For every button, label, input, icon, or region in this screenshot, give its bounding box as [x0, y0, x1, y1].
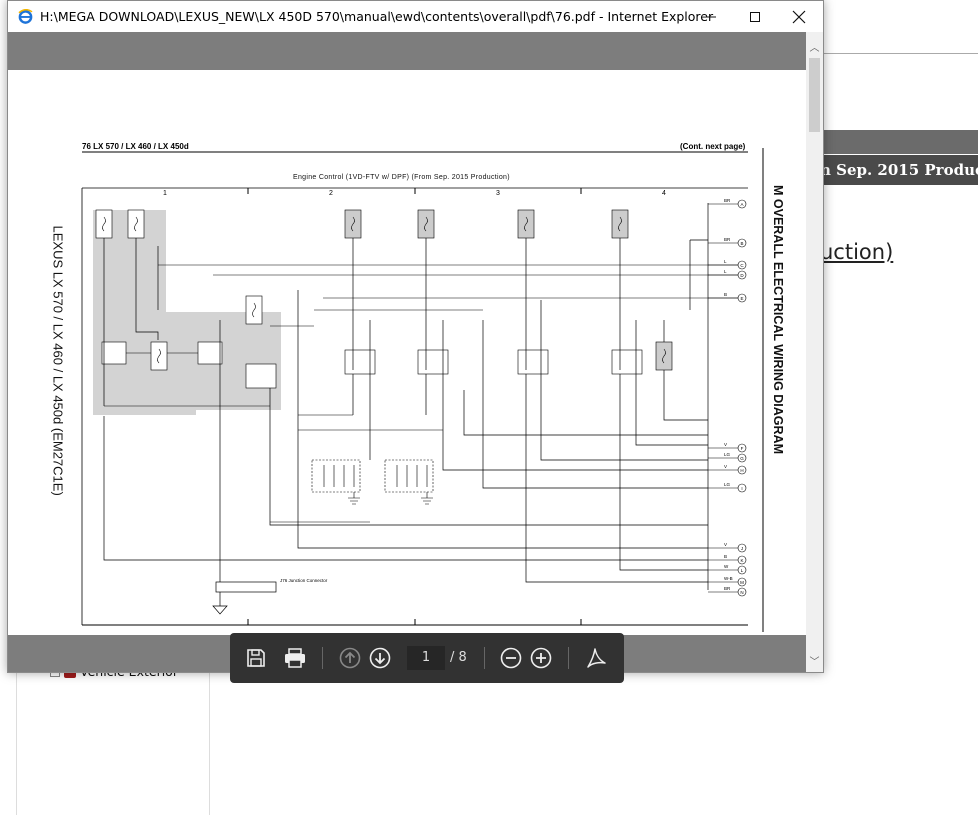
zoom-in-icon — [530, 647, 552, 669]
print-button[interactable] — [276, 633, 314, 683]
wire-color-label: V — [724, 464, 727, 469]
connector-label: M — [740, 580, 744, 585]
page-number-input[interactable]: 1 — [407, 646, 445, 670]
right-connectors: ABRBBRCLDLEBFVGLGHVILGJVKBLWMW-BNBR — [708, 198, 747, 597]
wire-color-label: W-B — [724, 576, 733, 581]
component-label: J76 Junction Connector — [280, 578, 328, 583]
column-label: 2 — [329, 190, 333, 197]
maximize-button[interactable] — [732, 1, 778, 32]
vertical-scrollbar[interactable]: ︿ ﹀ — [806, 32, 823, 672]
previous-page-button[interactable] — [336, 633, 364, 683]
wire-color-label: LG — [724, 452, 731, 457]
wire-color-label: BR — [724, 237, 731, 242]
connector-label: E — [740, 296, 743, 301]
toolbar-separator — [484, 647, 485, 669]
wiring-diagram: 1 2 3 4 ABRBBRCLDLEBFVGLGHVILGJVKBLWMW-B… — [81, 148, 764, 632]
scroll-up-icon[interactable]: ︿ — [806, 40, 823, 57]
arrow-up-circle-icon — [339, 647, 361, 669]
section-banner: n Sep. 2015 Producti — [820, 155, 978, 185]
connector-label: J — [741, 546, 743, 551]
section-link[interactable]: uction) — [820, 240, 893, 264]
connector-label: B — [740, 241, 743, 246]
wire-color-label: LG — [724, 482, 731, 487]
connector-label: G — [740, 456, 744, 461]
toolbar-separator — [568, 647, 569, 669]
close-icon — [792, 10, 806, 23]
next-page-button[interactable] — [366, 633, 394, 683]
zoom-out-button[interactable] — [496, 633, 526, 683]
connector-label: A — [740, 202, 743, 207]
scroll-thumb[interactable] — [809, 58, 820, 132]
wire-color-label: V — [724, 542, 727, 547]
connector-label: N — [740, 590, 743, 595]
zoom-out-icon — [500, 647, 522, 669]
save-icon — [247, 649, 265, 667]
wire-color-label: L — [724, 269, 727, 274]
print-icon — [285, 648, 305, 668]
ie-window: H:\MEGA DOWNLOAD\LEXUS_NEW\LX 450D 570\m… — [7, 0, 824, 683]
zoom-in-button[interactable] — [526, 633, 556, 683]
page-total: / 8 — [450, 650, 467, 665]
window-title: H:\MEGA DOWNLOAD\LEXUS_NEW\LX 450D 570\m… — [40, 9, 714, 24]
wire-color-label: W — [724, 564, 729, 569]
column-label: 3 — [496, 190, 500, 197]
connector-label: K — [740, 558, 743, 563]
wire-color-label: L — [724, 259, 727, 264]
title-bar: H:\MEGA DOWNLOAD\LEXUS_NEW\LX 450D 570\m… — [8, 1, 823, 32]
pdf-toolbar: 1 / 8 — [230, 633, 624, 683]
toolbar-separator — [322, 647, 323, 669]
close-button[interactable] — [776, 1, 822, 32]
acrobat-icon — [587, 648, 606, 668]
acrobat-button[interactable] — [580, 633, 612, 683]
wire-color-label: BR — [724, 198, 731, 203]
wire-color-label: B — [724, 292, 727, 297]
arrow-down-circle-icon — [369, 647, 391, 669]
minimize-button[interactable] — [688, 1, 734, 32]
scroll-down-icon[interactable]: ﹀ — [806, 654, 823, 671]
connector-label: I — [741, 486, 742, 491]
header-bar — [820, 130, 978, 154]
wire-color-label: V — [724, 442, 727, 447]
pdf-viewer[interactable]: 76 LX 570 / LX 460 / LX 450d (Cont. next… — [8, 32, 806, 683]
column-label: 1 — [163, 190, 167, 197]
wire-color-label: BR — [724, 586, 731, 591]
minimize-icon — [706, 16, 716, 17]
column-label: 4 — [662, 190, 666, 197]
maximize-icon — [750, 11, 760, 22]
save-button[interactable] — [238, 633, 274, 683]
divider — [820, 53, 978, 54]
connector-label: H — [740, 468, 743, 473]
pdf-page: 76 LX 570 / LX 460 / LX 450d (Cont. next… — [8, 70, 806, 635]
internet-explorer-icon — [18, 9, 33, 24]
connector-label: F — [741, 446, 744, 451]
wire-color-label: B — [724, 554, 727, 559]
